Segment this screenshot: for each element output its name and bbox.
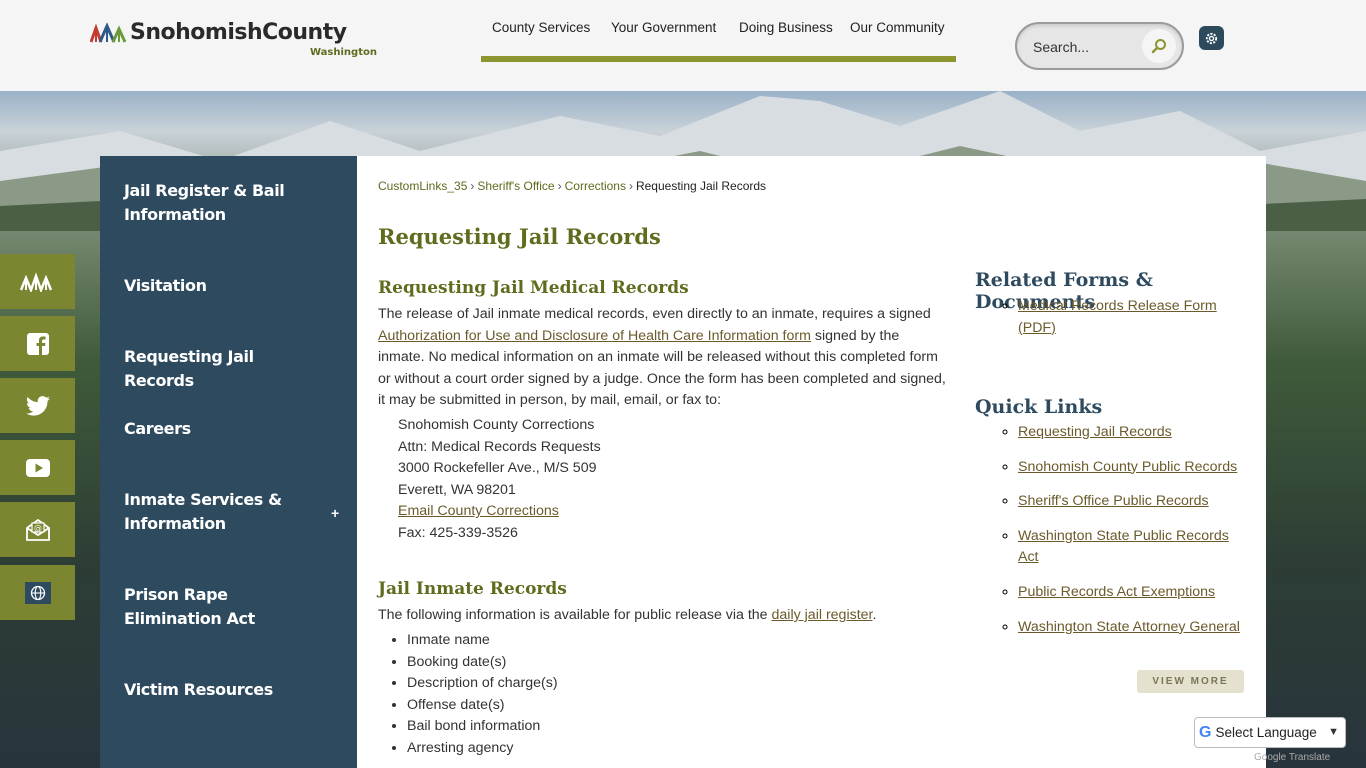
address-line: Snohomish County Corrections	[398, 417, 595, 433]
quick-link-requesting-jail-records[interactable]: Requesting Jail Records	[1018, 424, 1172, 440]
breadcrumb-link-sheriff[interactable]: Sheriff's Office	[477, 179, 554, 193]
view-more-button[interactable]: VIEW MORE	[1137, 670, 1244, 693]
quick-link-county-public-records[interactable]: Snohomish County Public Records	[1018, 459, 1237, 475]
side-nav: Jail Register & Bail Information Visitat…	[100, 156, 357, 768]
list-item: Medical Records Release Form (PDF)	[1018, 296, 1238, 339]
gear-icon	[1205, 32, 1218, 44]
sidenav-victim-resources[interactable]: Victim Resources	[124, 678, 324, 702]
list-item: Washington State Attorney General	[1018, 617, 1250, 639]
search-button[interactable]	[1142, 29, 1176, 63]
chevron-down-icon: ▼	[1328, 726, 1339, 738]
sidenav-jail-register[interactable]: Jail Register & Bail Information	[124, 179, 324, 227]
site-header: SnohomishCounty Washington County Servic…	[0, 0, 1366, 91]
search-input[interactable]	[1033, 36, 1143, 58]
youtube-link[interactable]	[0, 440, 75, 495]
quick-link-sheriff-public-records[interactable]: Sheriff's Office Public Records	[1018, 493, 1209, 509]
logo-name: SnohomishCounty	[130, 20, 347, 45]
daily-jail-register-link[interactable]: daily jail register	[772, 607, 873, 623]
nav-your-government[interactable]: Your Government	[611, 20, 716, 35]
email-icon: @	[25, 518, 50, 541]
address-line: Everett, WA 98201	[398, 481, 516, 498]
language-select[interactable]: G Select Language ▼	[1194, 717, 1346, 748]
medical-records-paragraph: The release of Jail inmate medical recor…	[378, 304, 948, 412]
quick-link-pra-exemptions[interactable]: Public Records Act Exemptions	[1018, 584, 1215, 600]
google-icon: G	[1199, 723, 1212, 741]
list-item: Inmate name	[407, 630, 558, 652]
youtube-icon	[25, 458, 50, 477]
powered-by-google-translate[interactable]: Google Translate	[1254, 752, 1330, 763]
breadcrumb-current: Requesting Jail Records	[635, 179, 767, 193]
twitter-link[interactable]	[0, 378, 75, 433]
list-item: Booking date(s)	[407, 652, 558, 674]
main-nav: County Services Your Government Doing Bu…	[481, 0, 956, 62]
address-line: 3000 Rockefeller Ave., M/S 509	[398, 460, 597, 477]
related-forms-list: Medical Records Release Form (PDF)	[1018, 296, 1238, 339]
search-box	[1015, 22, 1184, 70]
twitter-icon	[25, 395, 50, 416]
authorization-form-link[interactable]: Authorization for Use and Disclosure of …	[378, 328, 811, 344]
expand-icon[interactable]: +	[331, 505, 339, 521]
breadcrumb-separator: ›	[470, 179, 475, 193]
inmate-intro-text: The following information is available f…	[378, 607, 772, 623]
medical-release-form-link[interactable]: Medical Records Release Form (PDF)	[1018, 298, 1217, 336]
email-corrections-link[interactable]: Email County Corrections	[398, 503, 559, 519]
inmate-intro-period: .	[872, 607, 877, 623]
county-logo[interactable]: SnohomishCounty Washington	[90, 20, 380, 62]
search-icon	[1151, 39, 1166, 54]
sidenav-requesting-jail-records[interactable]: Requesting Jail Records	[124, 345, 324, 393]
breadcrumb-separator: ›	[628, 179, 633, 193]
list-item: Bail bond information	[407, 716, 558, 738]
list-item: Public Records Act Exemptions	[1018, 582, 1250, 604]
nav-our-community[interactable]: Our Community	[850, 20, 945, 35]
list-item: Sheriff's Office Public Records	[1018, 491, 1250, 513]
medical-intro-text: The release of Jail inmate medical recor…	[378, 306, 931, 322]
facebook-icon	[26, 332, 49, 355]
settings-button[interactable]	[1199, 26, 1224, 50]
county-home-link[interactable]	[0, 254, 75, 309]
logo-subtitle: Washington	[310, 47, 377, 58]
breadcrumb-separator: ›	[557, 179, 562, 193]
breadcrumb-link-customlinks[interactable]: CustomLinks_35	[378, 179, 467, 193]
quick-links-list: Requesting Jail Records Snohomish County…	[1018, 422, 1250, 638]
nav-county-services[interactable]: County Services	[492, 20, 590, 35]
translate-link[interactable]	[0, 565, 75, 620]
inmate-records-paragraph: The following information is available f…	[378, 605, 958, 627]
sidenav-visitation[interactable]: Visitation	[124, 274, 324, 298]
list-item: Requesting Jail Records	[1018, 422, 1250, 444]
county-logo-icon	[90, 22, 126, 43]
medical-records-heading: Requesting Jail Medical Records	[378, 278, 689, 298]
quick-link-wa-attorney-general[interactable]: Washington State Attorney General	[1018, 619, 1240, 635]
list-item: Description of charge(s)	[407, 673, 558, 695]
mailing-address: Snohomish County Corrections Attn: Medic…	[398, 415, 601, 545]
breadcrumb: CustomLinks_35 › Sheriff's Office › Correcti…	[378, 179, 766, 193]
language-select-label: Select Language	[1215, 725, 1317, 740]
nav-doing-business[interactable]: Doing Business	[739, 20, 833, 35]
public-info-list: Inmate name Booking date(s) Description …	[407, 630, 558, 760]
svg-text:@: @	[34, 523, 42, 532]
email-link[interactable]: @	[0, 502, 75, 557]
inmate-records-heading: Jail Inmate Records	[378, 579, 567, 599]
sidenav-prea[interactable]: Prison Rape Elimination Act	[124, 583, 324, 631]
address-line: Attn: Medical Records Requests	[398, 438, 601, 455]
quick-links-heading: Quick Links	[975, 396, 1103, 418]
quick-link-wa-public-records-act[interactable]: Washington State Public Records Act	[1018, 528, 1229, 566]
main-content: CustomLinks_35 › Sheriff's Office › Correcti…	[357, 156, 1266, 768]
list-item: Offense date(s)	[407, 695, 558, 717]
facebook-link[interactable]	[0, 316, 75, 371]
list-item: Washington State Public Records Act	[1018, 526, 1250, 569]
page-title: Requesting Jail Records	[378, 224, 661, 249]
globe-icon	[24, 581, 51, 604]
sidenav-careers[interactable]: Careers	[124, 417, 324, 441]
breadcrumb-link-corrections[interactable]: Corrections	[565, 179, 626, 193]
county-logo-icon	[19, 271, 52, 292]
list-item: Arresting agency	[407, 738, 558, 760]
list-item: Snohomish County Public Records	[1018, 457, 1250, 479]
fax-number: Fax: 425-339-3526	[398, 524, 518, 541]
sidenav-inmate-services[interactable]: Inmate Services & Information	[124, 488, 324, 536]
